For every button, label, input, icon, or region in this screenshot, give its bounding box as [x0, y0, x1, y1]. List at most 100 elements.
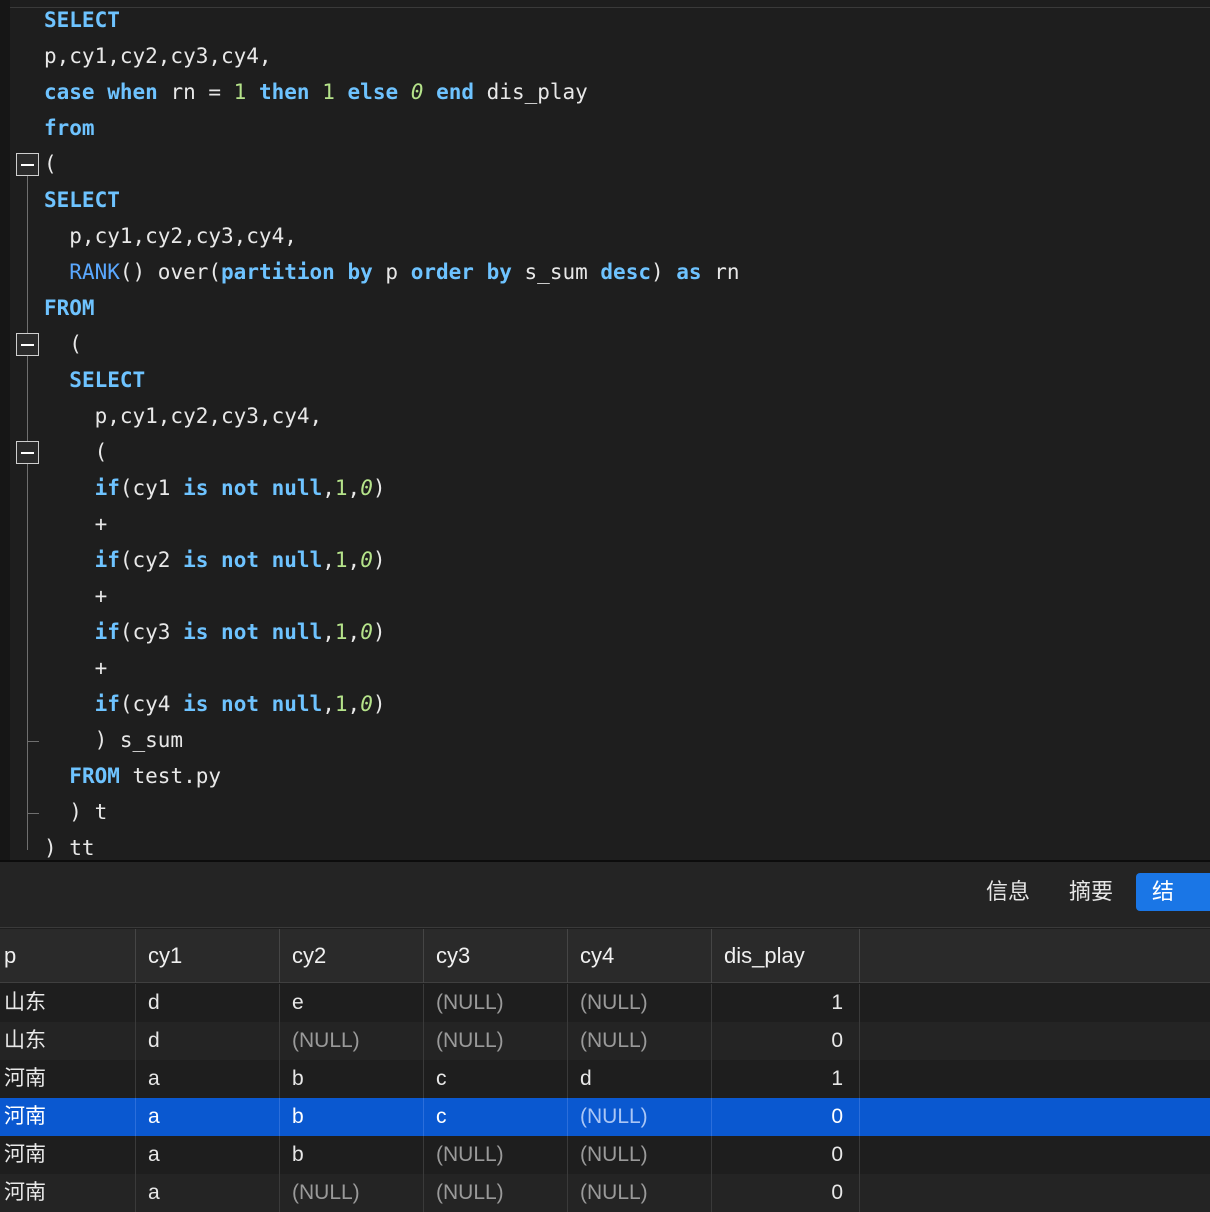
table-cell[interactable]: (NULL)	[280, 1022, 424, 1060]
code-token: ,	[322, 548, 335, 572]
code-token: (cy3	[119, 620, 184, 644]
table-cell[interactable]: 1	[712, 984, 860, 1022]
code-line: from	[44, 110, 95, 146]
table-cell[interactable]: c	[424, 1060, 568, 1098]
code-token: not	[221, 476, 259, 500]
table-cell[interactable]: 山东	[0, 1022, 136, 1060]
code-token: not	[221, 692, 259, 716]
table-row[interactable]: 河南 a b c d 1	[0, 1060, 1210, 1098]
fold-collapse-icon[interactable]	[16, 441, 39, 464]
table-cell[interactable]: d	[136, 1022, 280, 1060]
sql-editor[interactable]: SELECT p,cy1,cy2,cy3,cy4, case when rn = 1…	[0, 0, 1210, 860]
code-token: not	[221, 548, 259, 572]
table-cell[interactable]: a	[136, 1098, 280, 1136]
table-cell[interactable]: (NULL)	[568, 1136, 712, 1174]
tab-summary[interactable]: 摘要	[1059, 873, 1123, 911]
table-cell[interactable]: a	[136, 1060, 280, 1098]
code-line: p,cy1,cy2,cy3,cy4,	[44, 398, 323, 434]
table-cell[interactable]: 0	[712, 1022, 860, 1060]
table-row[interactable]: 河南 a b c (NULL) 0	[0, 1098, 1210, 1136]
code-line: SELECT	[44, 2, 120, 38]
code-token: p	[372, 260, 411, 284]
table-row[interactable]: 河南 a (NULL) (NULL) (NULL) 0	[0, 1174, 1210, 1212]
code-line: (	[44, 326, 82, 362]
code-token: 1	[233, 80, 247, 104]
table-cell[interactable]: 0	[712, 1098, 860, 1136]
code-line: FROM	[44, 290, 95, 326]
table-row[interactable]: 山东 d e (NULL) (NULL) 1	[0, 984, 1210, 1022]
table-cell[interactable]: d	[568, 1060, 712, 1098]
code-token: p,cy1,cy2,cy3,cy4,	[44, 224, 297, 248]
table-cell[interactable]: 0	[712, 1174, 860, 1212]
table-cell[interactable]: 0	[712, 1136, 860, 1174]
column-header-cy1[interactable]: cy1	[136, 929, 280, 983]
column-header-dis-play[interactable]: dis_play	[712, 929, 860, 983]
code-token: FROM	[44, 296, 95, 320]
code-token: 0	[360, 692, 373, 716]
table-cell[interactable]: (NULL)	[568, 1174, 712, 1212]
code-token: +	[44, 584, 108, 608]
code-token: ) tt	[44, 836, 95, 860]
code-token: (	[44, 152, 57, 176]
code-token: case	[44, 80, 95, 104]
code-token: ,	[347, 692, 361, 716]
table-cell[interactable]: (NULL)	[424, 1022, 568, 1060]
table-cell[interactable]: b	[280, 1098, 424, 1136]
code-token: SELECT	[69, 368, 146, 392]
table-cell[interactable]: c	[424, 1098, 568, 1136]
code-line: p,cy1,cy2,cy3,cy4,	[44, 218, 297, 254]
table-row[interactable]: 山东 d (NULL) (NULL) (NULL) 0	[0, 1022, 1210, 1060]
code-token: s_sum	[511, 260, 601, 284]
table-cell[interactable]: a	[136, 1174, 280, 1212]
fold-collapse-icon[interactable]	[16, 153, 39, 176]
code-token: )	[372, 620, 386, 644]
table-cell[interactable]: (NULL)	[424, 1174, 568, 1212]
table-cell[interactable]: (NULL)	[280, 1174, 424, 1212]
code-token: then	[258, 80, 310, 104]
table-cell[interactable]: 山东	[0, 984, 136, 1022]
code-line: if(cy3 is not null,1,0)	[44, 614, 386, 650]
tab-info[interactable]: 信息	[976, 873, 1040, 911]
code-line: (	[44, 434, 108, 470]
table-cell[interactable]: (NULL)	[568, 1022, 712, 1060]
code-line: case when rn = 1 then 1 else 0 end dis_p…	[44, 74, 588, 110]
table-cell[interactable]: (NULL)	[568, 984, 712, 1022]
table-cell[interactable]: d	[136, 984, 280, 1022]
table-cell[interactable]: 河南	[0, 1136, 136, 1174]
tab-result-1[interactable]: 结果 1	[1136, 873, 1210, 911]
code-line: ) tt	[44, 830, 95, 860]
table-cell[interactable]: (NULL)	[424, 984, 568, 1022]
code-line: if(cy2 is not null,1,0)	[44, 542, 386, 578]
code-token: dis_play	[474, 80, 588, 104]
column-header-cy2[interactable]: cy2	[280, 929, 424, 983]
code-token: end	[436, 80, 475, 104]
code-line: (	[44, 146, 57, 182]
table-cell[interactable]: 河南	[0, 1060, 136, 1098]
code-token: (cy4	[119, 692, 184, 716]
table-cell[interactable]: (NULL)	[568, 1098, 712, 1136]
code-token: is	[183, 692, 209, 716]
column-header-cy4[interactable]: cy4	[568, 929, 712, 983]
column-header-cy3[interactable]: cy3	[424, 929, 568, 983]
table-cell[interactable]: 河南	[0, 1098, 136, 1136]
table-cell[interactable]: e	[280, 984, 424, 1022]
table-cell[interactable]: 1	[712, 1060, 860, 1098]
table-row[interactable]: 河南 a b (NULL) (NULL) 0	[0, 1136, 1210, 1174]
fold-collapse-icon[interactable]	[16, 333, 39, 356]
table-cell[interactable]: a	[136, 1136, 280, 1174]
editor-top-border	[0, 7, 1210, 8]
table-cell[interactable]: 河南	[0, 1174, 136, 1212]
code-token: ,	[347, 620, 361, 644]
column-header-p[interactable]: p	[0, 929, 136, 983]
table-cell[interactable]: (NULL)	[424, 1136, 568, 1174]
table-cell[interactable]: b	[280, 1136, 424, 1174]
table-cell[interactable]: b	[280, 1060, 424, 1098]
